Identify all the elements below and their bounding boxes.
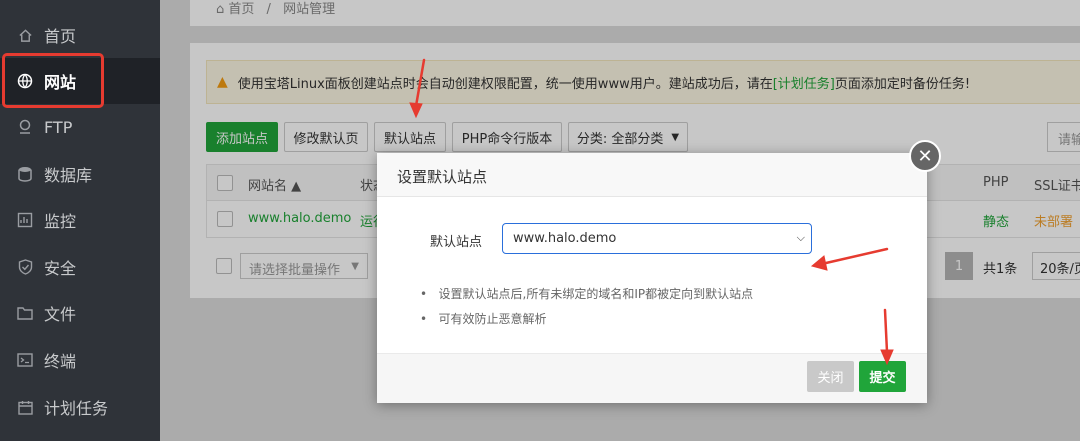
ftp-icon — [17, 119, 33, 135]
chevron-down-icon: ⌵ — [796, 231, 805, 244]
default-site-select[interactable]: www.halo.demo ⌵ — [502, 223, 812, 254]
sidebar: 首页 网站 FTP 数据库 监控 安全 文件 终端 计划任务 — [0, 0, 160, 441]
monitor-icon — [17, 212, 33, 228]
sidebar-item-database[interactable]: 数据库 — [0, 151, 160, 197]
dialog-note: • 可有效防止恶意解析 — [420, 312, 547, 326]
shield-icon — [17, 259, 33, 275]
highlight-box — [2, 53, 104, 108]
database-icon — [17, 166, 33, 182]
dialog-note-text: 设置默认站点后,所有未绑定的域名和IP都被定向到默认站点 — [438, 287, 754, 301]
submit-button[interactable]: 提交 — [859, 361, 906, 392]
close-icon[interactable]: ✕ — [909, 140, 941, 172]
dialog-note: • 设置默认站点后,所有未绑定的域名和IP都被定向到默认站点 — [420, 287, 754, 301]
default-site-label: 默认站点 — [430, 235, 483, 250]
sidebar-item-label: 监控 — [44, 212, 77, 231]
dialog-note-text: 可有效防止恶意解析 — [438, 312, 547, 326]
sidebar-item-files[interactable]: 文件 — [0, 290, 160, 336]
close-button[interactable]: 关闭 — [807, 361, 854, 392]
folder-icon — [17, 305, 33, 321]
sidebar-item-label: 安全 — [44, 259, 77, 278]
sidebar-item-ftp[interactable]: FTP — [0, 104, 160, 150]
sidebar-item-home[interactable]: 首页 — [0, 12, 160, 58]
calendar-icon — [17, 399, 33, 415]
sidebar-item-label: FTP — [44, 117, 73, 137]
sidebar-item-label: 计划任务 — [44, 399, 109, 418]
sidebar-item-label: 数据库 — [44, 166, 93, 185]
sidebar-item-terminal[interactable]: 终端 — [0, 337, 160, 383]
sidebar-item-label: 文件 — [44, 305, 77, 324]
terminal-icon — [17, 352, 33, 368]
sidebar-item-cron[interactable]: 计划任务 — [0, 384, 160, 430]
dialog-title: 设置默认站点 — [377, 153, 927, 197]
sidebar-item-label: 首页 — [44, 27, 77, 46]
sidebar-item-monitor[interactable]: 监控 — [0, 197, 160, 243]
sidebar-item-label: 终端 — [44, 352, 77, 371]
default-site-value: www.halo.demo — [513, 231, 617, 246]
home-icon — [17, 27, 33, 43]
sidebar-item-security[interactable]: 安全 — [0, 244, 160, 290]
